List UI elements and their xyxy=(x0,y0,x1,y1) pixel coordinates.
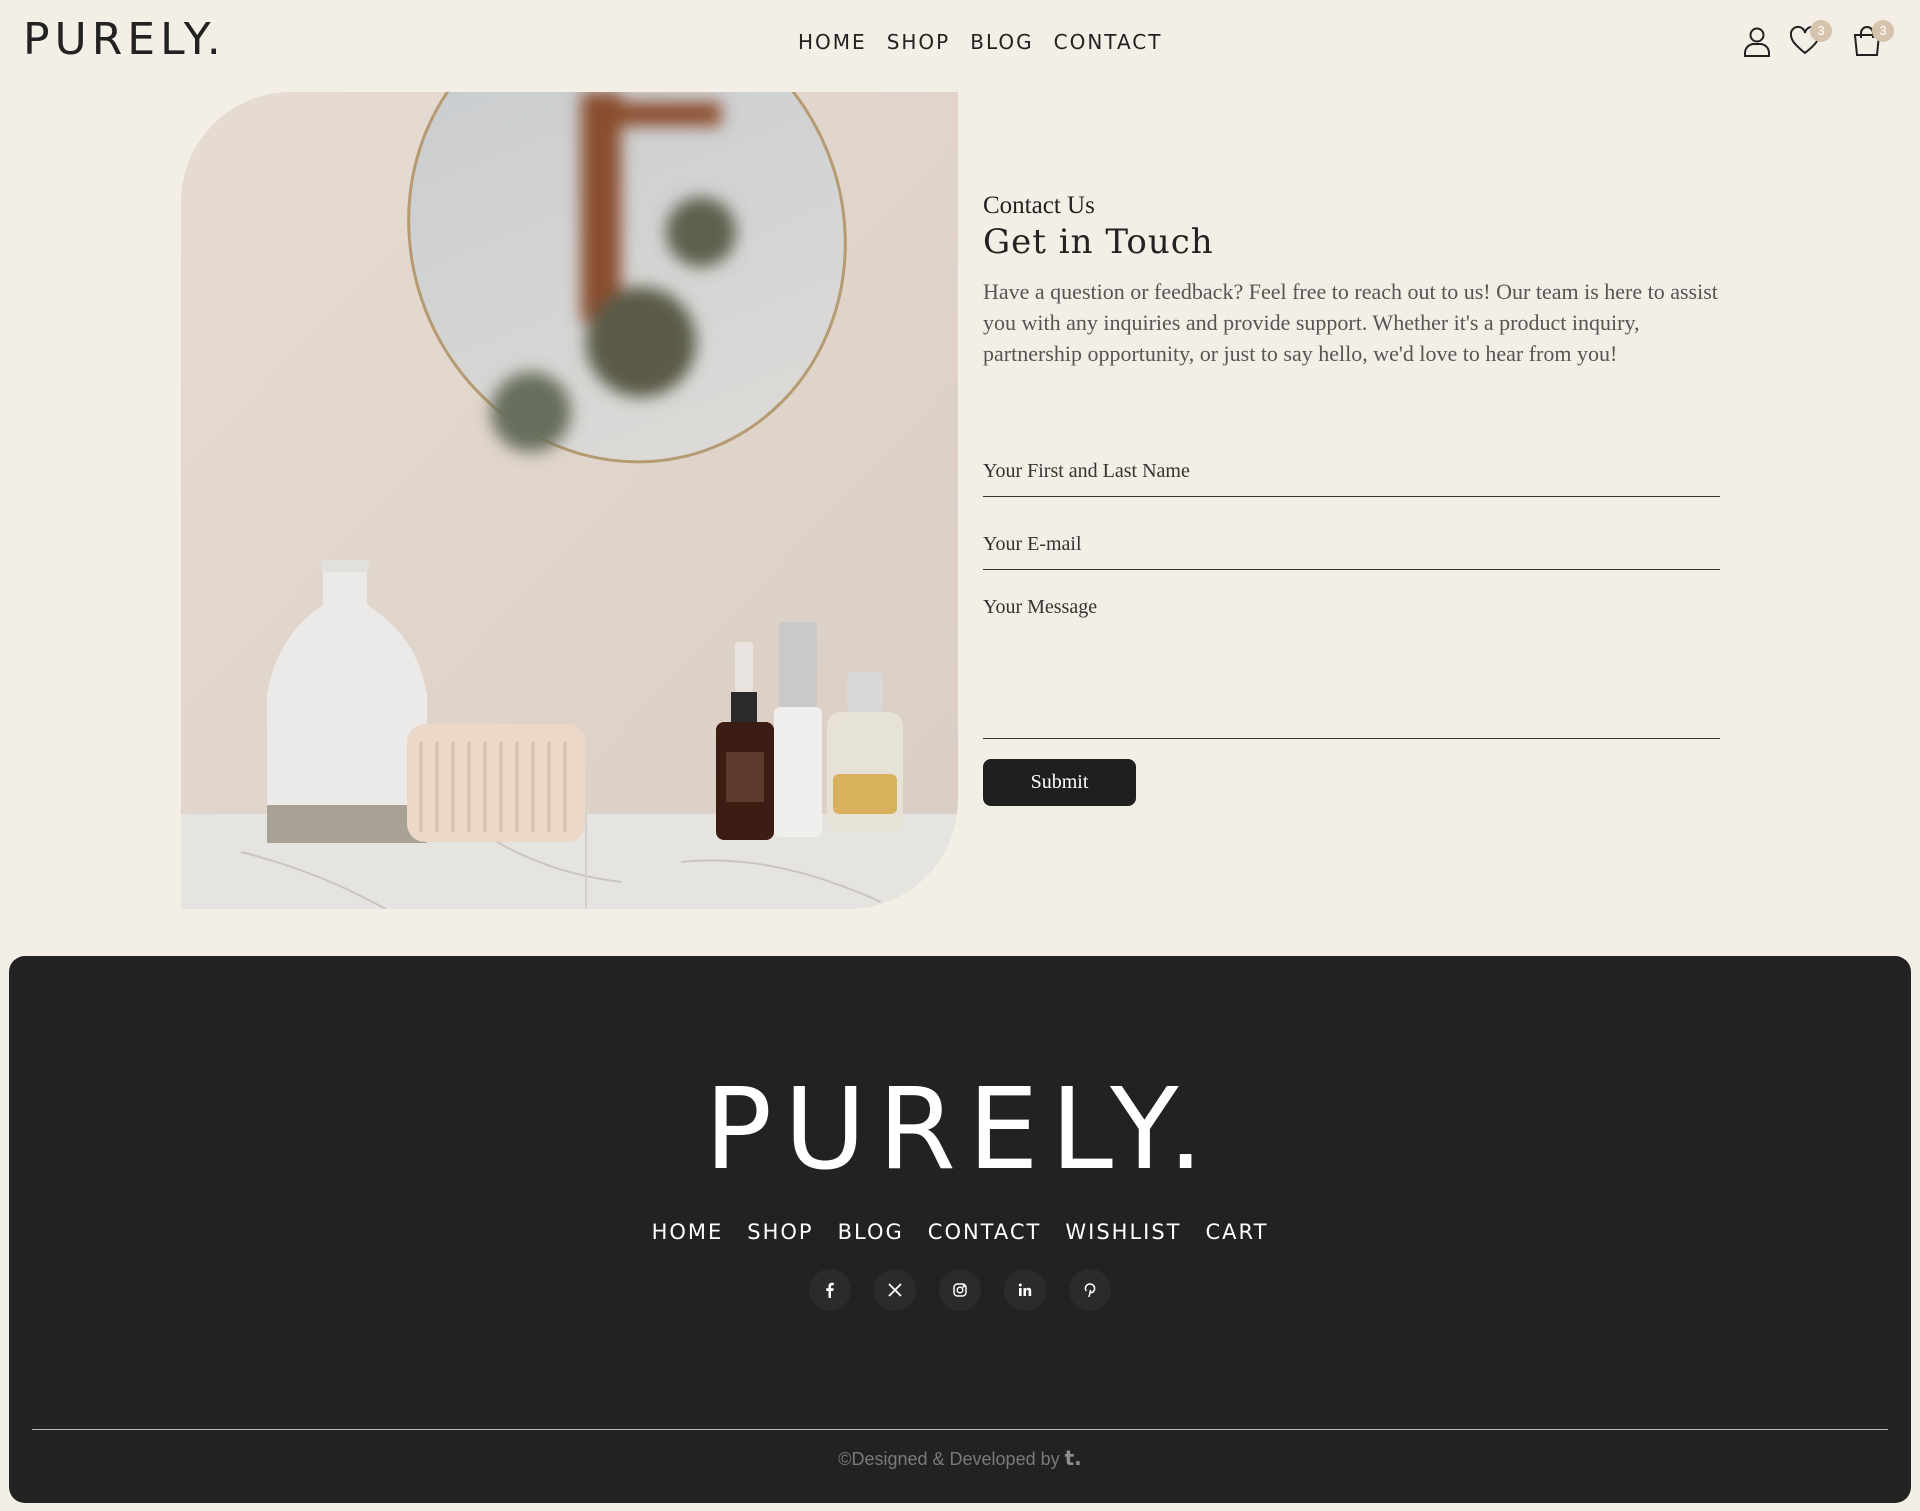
x-icon[interactable] xyxy=(874,1269,916,1311)
page-title: Get in Touch xyxy=(983,222,1214,262)
linkedin-icon[interactable] xyxy=(1004,1269,1046,1311)
nav-blog[interactable]: BLOG xyxy=(970,30,1033,54)
account-icon[interactable] xyxy=(1740,24,1774,58)
pinterest-icon[interactable] xyxy=(1069,1269,1111,1311)
section-eyebrow: Contact Us xyxy=(983,192,1095,219)
message-field[interactable] xyxy=(983,594,1720,739)
site-logo[interactable]: PURELY. xyxy=(23,14,226,65)
site-header: PURELY. HOME SHOP BLOG CONTACT 3 3 xyxy=(0,0,1920,86)
main-nav: HOME SHOP BLOG CONTACT xyxy=(798,30,1162,54)
footer-nav-wishlist[interactable]: WISHLIST xyxy=(1065,1220,1181,1244)
instagram-icon[interactable] xyxy=(939,1269,981,1311)
site-footer: PURELY. HOME SHOP BLOG CONTACT WISHLIST … xyxy=(9,956,1911,1503)
hero-image xyxy=(181,92,958,909)
footer-nav-shop[interactable]: SHOP xyxy=(747,1220,813,1244)
nav-contact[interactable]: CONTACT xyxy=(1054,30,1163,54)
social-links xyxy=(9,1269,1911,1311)
cart-count-badge: 3 xyxy=(1872,20,1894,42)
cart-button[interactable]: 3 xyxy=(1850,20,1894,58)
copyright-text: ©Designed & Developed by t. xyxy=(9,1446,1911,1470)
contact-section: Contact Us Get in Touch Have a question … xyxy=(983,192,1720,369)
contact-description: Have a question or feedback? Feel free t… xyxy=(983,279,1718,366)
footer-nav: HOME SHOP BLOG CONTACT WISHLIST CART xyxy=(9,1220,1911,1244)
footer-nav-contact[interactable]: CONTACT xyxy=(928,1220,1042,1244)
footer-nav-cart[interactable]: CART xyxy=(1206,1220,1269,1244)
wishlist-button[interactable]: 3 xyxy=(1788,20,1832,58)
footer-logo: PURELY. xyxy=(704,1065,1216,1195)
developer-logo[interactable]: t. xyxy=(1065,1446,1082,1470)
wishlist-count-badge: 3 xyxy=(1810,20,1832,42)
nav-shop[interactable]: SHOP xyxy=(887,30,951,54)
copyright-label: ©Designed & Developed by xyxy=(838,1449,1060,1469)
facebook-icon[interactable] xyxy=(809,1269,851,1311)
footer-nav-home[interactable]: HOME xyxy=(652,1220,724,1244)
footer-divider xyxy=(32,1429,1888,1430)
name-field[interactable] xyxy=(983,446,1720,497)
email-field[interactable] xyxy=(983,519,1720,570)
footer-nav-blog[interactable]: BLOG xyxy=(838,1220,904,1244)
submit-button[interactable]: Submit xyxy=(983,759,1136,806)
nav-home[interactable]: HOME xyxy=(798,30,867,54)
